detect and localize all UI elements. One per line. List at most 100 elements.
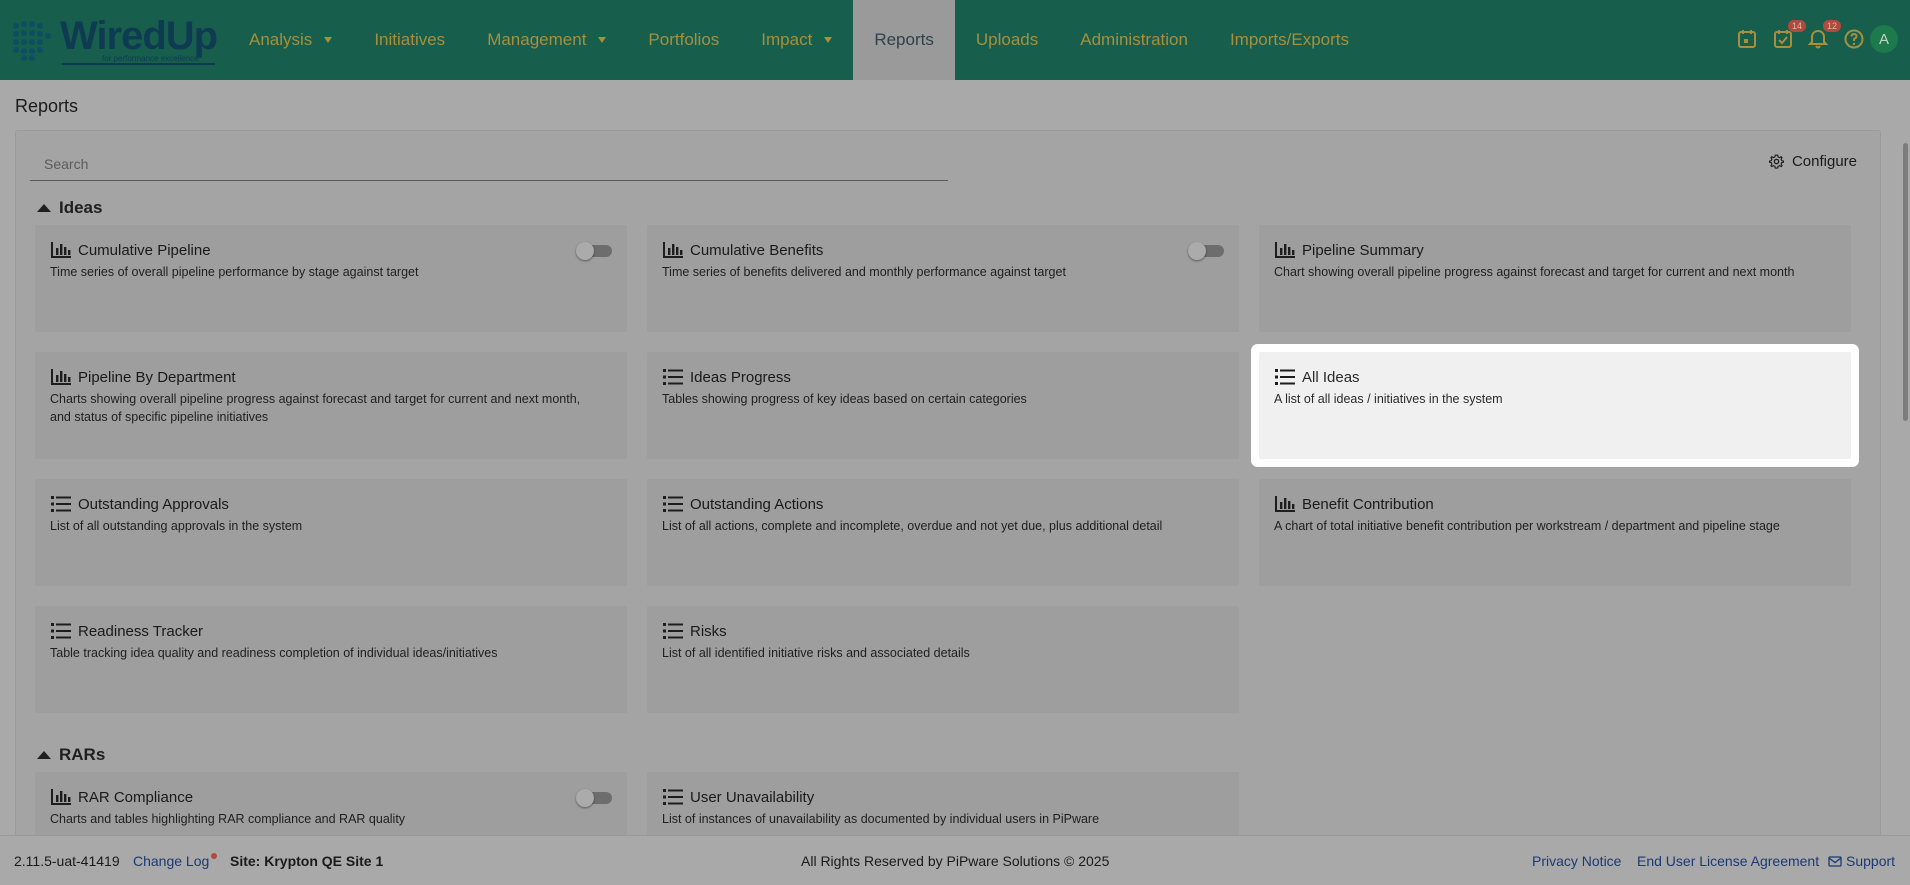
notifications-badge: 12 — [1822, 20, 1841, 32]
favorite-toggle[interactable] — [576, 789, 612, 807]
report-card-description: List of all identified initiative risks … — [662, 646, 970, 660]
nav-imports-exports[interactable]: Imports/Exports — [1209, 0, 1370, 80]
wiredup-logo[interactable]: WiredUp for performance excellence — [10, 14, 218, 66]
nav-reports[interactable]: Reports — [853, 0, 955, 80]
toggle-knob — [576, 242, 594, 260]
list-icon — [50, 495, 72, 513]
report-card-ideas-progress[interactable]: Ideas Progress Tables showing progress of… — [647, 352, 1239, 459]
report-card-description: Table tracking idea quality and readines… — [50, 646, 498, 660]
report-card-cumulative-pipeline[interactable]: Cumulative Pipeline Time series of overal… — [35, 225, 627, 332]
main-nav: Analysis Initiatives Management Portfoli… — [228, 0, 1370, 80]
search-input[interactable] — [30, 147, 948, 180]
nav-initiatives[interactable]: Initiatives — [353, 0, 466, 80]
report-card-header: Benefit Contribution — [1274, 495, 1835, 513]
report-card-title: Ideas Progress — [690, 368, 791, 386]
report-card-pipeline-summary[interactable]: Pipeline Summary Chart showing overall pi… — [1259, 225, 1851, 332]
report-card-outstanding-approvals[interactable]: Outstanding Approvals List of all outstan… — [35, 479, 627, 586]
nav-uploads-label: Uploads — [975, 30, 1039, 49]
search-field[interactable] — [30, 147, 948, 181]
report-card-title: User Unavailability — [690, 788, 815, 806]
report-card-description: Charts showing overall pipeline progress… — [50, 392, 581, 424]
report-card-header: User Unavailability — [662, 788, 1223, 806]
report-card-description: Chart showing overall pipeline progress … — [1274, 265, 1795, 279]
changelog-dot-icon — [211, 853, 218, 859]
report-card-benefit-contribution[interactable]: Benefit Contribution A chart of total ini… — [1259, 479, 1851, 586]
nav-uploads[interactable]: Uploads — [955, 0, 1059, 80]
nav-analysis-label: Analysis — [249, 30, 313, 49]
site-label: Site: Krypton QE Site 1 — [230, 853, 384, 869]
logo-mark-icon — [13, 21, 51, 61]
report-card-title: All Ideas — [1302, 368, 1360, 386]
envelope-icon — [1828, 855, 1842, 867]
report-card-description: Time series of overall pipeline performa… — [50, 265, 419, 279]
report-card-header: RAR Compliance — [50, 788, 611, 806]
report-card-title: Readiness Tracker — [78, 622, 204, 640]
report-card-description: Charts and tables highlighting RAR compl… — [50, 812, 406, 826]
configure-button[interactable]: Configure — [1768, 153, 1857, 170]
support-link[interactable]: Support — [1828, 853, 1895, 869]
report-card-description: List of all outstanding approvals in the… — [50, 519, 303, 533]
page-title: Reports — [15, 96, 79, 116]
nav-impact[interactable]: Impact — [740, 0, 853, 80]
section-ideas-toggle[interactable]: Ideas — [37, 198, 102, 218]
privacy-link[interactable]: Privacy Notice — [1532, 853, 1621, 869]
report-card-title: Benefit Contribution — [1302, 495, 1434, 513]
help-icon[interactable] — [1843, 28, 1865, 50]
user-avatar[interactable]: A — [1870, 25, 1898, 53]
section-rars-toggle[interactable]: RARs — [37, 745, 105, 765]
notifications-button[interactable]: 12 — [1807, 20, 1841, 50]
report-card-description: A chart of total initiative benefit cont… — [1274, 519, 1780, 533]
report-card-title: Outstanding Actions — [690, 495, 824, 513]
report-card-pipeline-by-department[interactable]: Pipeline By Department Charts showing ove… — [35, 352, 627, 459]
report-card-header: Pipeline By Department — [50, 368, 611, 386]
changelog-link[interactable]: Change Log — [133, 853, 218, 869]
favorite-toggle[interactable] — [576, 242, 612, 260]
report-card-cumulative-benefits[interactable]: Cumulative Benefits Time series of benefi… — [647, 225, 1239, 332]
nav-administration[interactable]: Administration — [1059, 0, 1209, 80]
logo-wordmark: WiredUp — [60, 14, 218, 58]
list-icon — [662, 495, 684, 513]
header-actions: 14 12 A — [1710, 0, 1910, 80]
report-card-title: Pipeline Summary — [1302, 241, 1424, 259]
report-card-title: Outstanding Approvals — [78, 495, 229, 513]
chart-icon — [1274, 495, 1296, 513]
nav-management[interactable]: Management — [466, 0, 627, 80]
report-card-header: Cumulative Pipeline — [50, 241, 611, 259]
page-scrollbar[interactable] — [1900, 143, 1910, 835]
chart-icon — [1274, 241, 1296, 259]
nav-initiatives-label: Initiatives — [374, 30, 446, 49]
nav-administration-label: Administration — [1080, 30, 1188, 49]
report-card-all-ideas[interactable]: All Ideas A list of all ideas / initiativ… — [1259, 352, 1851, 459]
report-card-readiness-tracker[interactable]: Readiness Tracker Table tracking idea qua… — [35, 606, 627, 713]
section-rars-title: RARs — [59, 745, 106, 764]
chart-icon — [50, 788, 72, 806]
chevron-up-icon — [37, 751, 51, 759]
report-card-header: Risks — [662, 622, 1223, 640]
report-card-outstanding-actions[interactable]: Outstanding Actions List of all actions, … — [647, 479, 1239, 586]
report-card-risks[interactable]: Risks List of all identified initiative r… — [647, 606, 1239, 713]
footer: 2.11.5-uat-41419 Change Log Site: Krypto… — [0, 835, 1910, 885]
tasks-button[interactable]: 14 — [1772, 20, 1806, 50]
report-card-title: Cumulative Pipeline — [78, 241, 211, 259]
list-icon — [1274, 368, 1296, 386]
copyright: All Rights Reserved by PiPware Solutions… — [801, 853, 1110, 869]
report-card-description: List of all actions, complete and incomp… — [662, 519, 1163, 533]
report-card-title: Pipeline By Department — [78, 368, 236, 386]
tasks-badge: 14 — [1787, 20, 1806, 32]
scrollbar-thumb[interactable] — [1903, 143, 1908, 421]
report-card-header: Outstanding Approvals — [50, 495, 611, 513]
report-card-description: Tables showing progress of key ideas bas… — [662, 392, 1027, 406]
chart-icon — [50, 368, 72, 386]
support-label: Support — [1846, 853, 1896, 869]
nav-analysis[interactable]: Analysis — [228, 0, 353, 80]
changelog-label: Change Log — [133, 853, 210, 869]
calendar-icon[interactable] — [1736, 28, 1758, 50]
nav-portfolios[interactable]: Portfolios — [627, 0, 740, 80]
app-version: 2.11.5-uat-41419 — [14, 853, 120, 869]
favorite-toggle[interactable] — [1188, 242, 1224, 260]
report-card-title: RAR Compliance — [78, 788, 194, 806]
nav-impact-label: Impact — [761, 30, 813, 49]
eula-link[interactable]: End User License Agreement — [1637, 853, 1819, 869]
list-icon — [662, 788, 684, 806]
list-icon — [662, 368, 684, 386]
